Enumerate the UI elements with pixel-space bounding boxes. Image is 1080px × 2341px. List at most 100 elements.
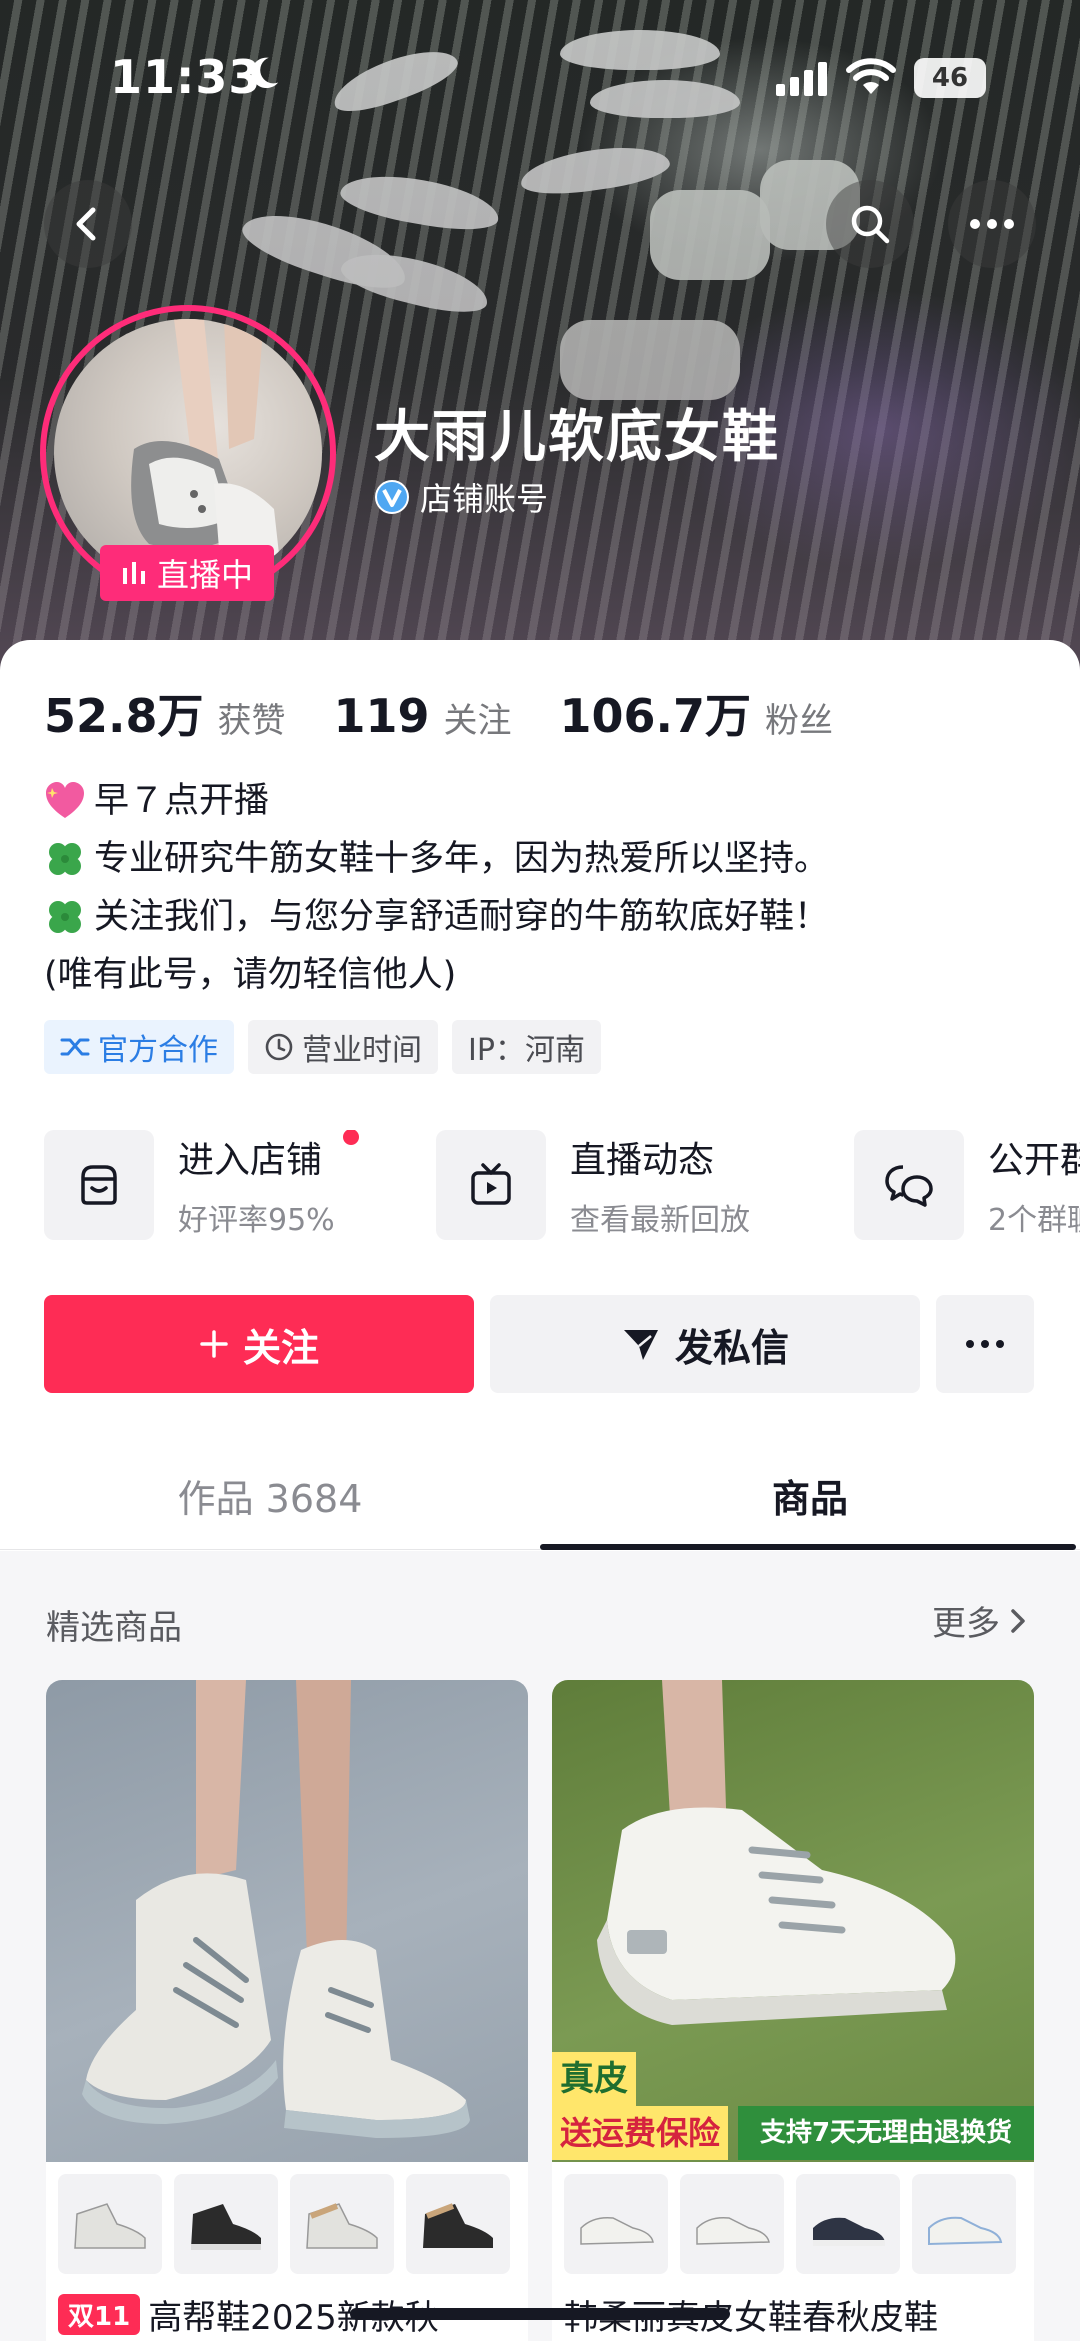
bio-line: (唯有此号，请勿轻信他人) <box>44 946 829 1004</box>
public-group-entry[interactable]: 公开群 2个群聊 <box>854 1130 1080 1240</box>
likes-label[interactable]: 获赞 <box>218 693 286 742</box>
message-button[interactable]: 发私信 <box>490 1295 920 1393</box>
variant-thumb[interactable] <box>564 2174 668 2274</box>
enter-store-entry[interactable]: 进入店铺 好评率95% <box>44 1130 359 1240</box>
variant-thumb[interactable] <box>680 2174 784 2274</box>
wifi-icon <box>846 58 896 94</box>
verified-icon <box>375 480 409 514</box>
likes-count[interactable]: 52.8万 <box>44 680 204 746</box>
more-dots-icon <box>970 219 1014 229</box>
follow-button[interactable]: 关注 <box>44 1295 474 1393</box>
store-icon <box>81 1165 117 1205</box>
following-label[interactable]: 关注 <box>444 693 512 742</box>
entry-row: 进入店铺 好评率95% 直播动态 查看最新回放 公开群 2个群 <box>44 1130 1080 1242</box>
tab-bar: 作品 3684 商品 <box>0 1440 1080 1550</box>
variant-thumb[interactable] <box>406 2174 510 2274</box>
product-variants <box>564 2174 1016 2274</box>
chevron-left-icon <box>76 207 96 241</box>
clover-icon <box>49 843 81 875</box>
followers-label[interactable]: 粉丝 <box>765 693 833 742</box>
tv-icon <box>471 1163 511 1205</box>
live-updates-label: 直播动态 <box>570 1140 715 1181</box>
live-updates-sub: 查看最新回放 <box>570 1203 750 1238</box>
tab-works[interactable]: 作品 3684 <box>0 1440 540 1550</box>
live-updates-entry[interactable]: 直播动态 查看最新回放 <box>436 1130 750 1240</box>
shoe-thumb-icon <box>928 2216 1003 2246</box>
clock-icon <box>265 1033 293 1061</box>
followers-count[interactable]: 106.7万 <box>560 680 752 746</box>
bio-text-4: (唯有此号，请勿轻信他人) <box>44 955 457 995</box>
send-icon <box>623 1330 658 1360</box>
product-image[interactable]: 真皮 送运费保险 支持7天无理由退换货 <box>552 1680 1034 2162</box>
shoe-thumb-icon <box>191 2204 261 2250</box>
variant-thumb[interactable] <box>290 2174 394 2274</box>
more-actions-button[interactable] <box>936 1295 1034 1393</box>
product-card[interactable]: 双11 高帮鞋2025新款秋 <box>46 1680 528 2341</box>
tab-indicator <box>540 1544 1076 1550</box>
official-partner-label: 官方合作 <box>98 1033 218 1068</box>
action-buttons: 关注 发私信 <box>44 1295 1034 1393</box>
enter-store-label: 进入店铺 <box>178 1140 323 1181</box>
bio-text-2: 专业研究牛筋女鞋十多年，因为热爱所以坚持。 <box>94 839 830 879</box>
status-bar: 11:33 46 <box>0 0 1080 150</box>
shop-name: 大雨儿软底女鞋 <box>374 405 780 470</box>
stats-row: 52.8万 获赞 119 关注 106.7万 粉丝 <box>44 680 881 746</box>
following-count[interactable]: 119 <box>334 689 430 743</box>
shoe-thumb-icon <box>580 2216 654 2245</box>
live-badge[interactable]: 直播中 <box>100 545 274 601</box>
sparkling-heart-icon <box>46 782 84 818</box>
public-group-sub: 2个群聊 <box>988 1203 1080 1238</box>
official-partner-tag[interactable]: 官方合作 <box>44 1020 234 1074</box>
search-icon <box>851 205 890 244</box>
return-policy-badge: 支持7天无理由退换货 <box>738 2106 1034 2160</box>
clover-icon <box>49 901 81 933</box>
chat-bubbles-icon <box>885 1165 933 1207</box>
battery-indicator: 46 <box>914 58 986 98</box>
more-options-button[interactable] <box>948 180 1036 268</box>
handshake-icon <box>60 1038 90 1056</box>
bio-text-1: 早７点开播 <box>94 781 270 821</box>
more-products-label: 更多 <box>932 1604 1000 1644</box>
bio-line: 专业研究牛筋女鞋十多年，因为热爱所以坚持。 <box>44 830 829 888</box>
bio-line: 关注我们，与您分享舒适耐穿的牛筋软底好鞋！ <box>44 888 829 946</box>
back-button[interactable] <box>44 180 132 268</box>
more-dots-icon <box>966 1340 1004 1348</box>
public-group-label: 公开群 <box>988 1140 1080 1181</box>
store-rating: 好评率95% <box>178 1203 335 1238</box>
promo-tag: 双11 <box>58 2294 141 2335</box>
variant-thumb[interactable] <box>912 2174 1016 2274</box>
bio-line: 早７点开播 <box>44 772 829 830</box>
live-bars-icon <box>122 562 145 584</box>
product-shoe-illustration <box>82 1680 470 2138</box>
more-products-link[interactable]: 更多 <box>932 1596 1030 1645</box>
bio-text-3: 关注我们，与您分享舒适耐穿的牛筋软底好鞋！ <box>94 897 830 937</box>
chevron-right-icon <box>1011 1608 1025 1633</box>
featured-products-title: 精选商品 <box>46 1608 182 1648</box>
shipping-insurance-badge: 送运费保险 <box>552 2106 729 2160</box>
product-card[interactable]: 真皮 送运费保险 支持7天无理由退换货 韩柔丽真皮女鞋春秋皮鞋 <box>552 1680 1034 2341</box>
variant-thumb[interactable] <box>174 2174 278 2274</box>
plus-icon <box>200 1330 228 1358</box>
genuine-leather-badge: 真皮 <box>552 2052 636 2106</box>
business-hours-tag[interactable]: 营业时间 <box>248 1020 438 1074</box>
profile-card: 52.8万 获赞 119 关注 106.7万 粉丝 早７点开播 专业研究牛筋女鞋… <box>0 640 1080 2341</box>
variant-thumb[interactable] <box>58 2174 162 2274</box>
search-button[interactable] <box>826 180 914 268</box>
bio: 早７点开播 专业研究牛筋女鞋十多年，因为热爱所以坚持。 关注我们，与您分享舒适耐… <box>44 772 829 1004</box>
follow-label: 关注 <box>242 1325 319 1370</box>
status-time: 11:33 <box>110 50 262 104</box>
product-image[interactable] <box>46 1680 528 2162</box>
variant-thumb[interactable] <box>796 2174 900 2274</box>
tags-row: 官方合作 营业时间 IP：河南 <box>44 1020 601 1074</box>
shoe-thumb-icon <box>696 2216 770 2245</box>
message-label: 发私信 <box>674 1325 789 1370</box>
home-indicator[interactable] <box>350 2308 730 2320</box>
tab-products[interactable]: 商品 <box>540 1440 1080 1550</box>
account-type-label: 店铺账号 <box>420 480 549 518</box>
shoe-thumb-icon <box>423 2203 493 2248</box>
moon-icon <box>251 57 279 89</box>
ip-location-tag: IP：河南 <box>452 1020 601 1074</box>
shoe-thumb-icon <box>74 2203 146 2249</box>
notification-dot <box>342 1130 359 1145</box>
ip-location-label: IP：河南 <box>468 1033 585 1068</box>
